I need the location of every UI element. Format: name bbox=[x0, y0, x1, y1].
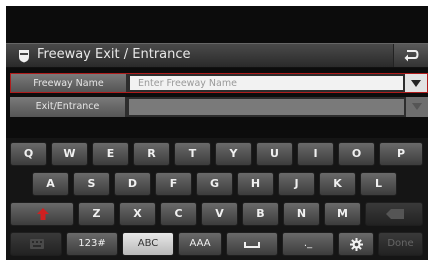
key-y[interactable]: Y bbox=[215, 142, 252, 166]
freeway-name-input[interactable]: Enter Freeway Name bbox=[130, 76, 403, 90]
title-bar: Freeway Exit / Entrance bbox=[6, 43, 428, 68]
key-q[interactable]: Q bbox=[10, 142, 47, 166]
caps-mode-key[interactable]: AAA bbox=[178, 232, 222, 256]
freeway-name-dropdown-button[interactable] bbox=[405, 74, 427, 92]
key-k[interactable]: K bbox=[319, 172, 356, 196]
key-l[interactable]: L bbox=[360, 172, 397, 196]
key-z[interactable]: Z bbox=[78, 202, 115, 226]
freeway-name-row: Freeway Name Enter Freeway Name bbox=[10, 73, 428, 93]
backspace-key[interactable] bbox=[365, 202, 423, 226]
settings-key[interactable] bbox=[338, 232, 374, 256]
key-b[interactable]: B bbox=[242, 202, 279, 226]
back-button[interactable] bbox=[393, 44, 428, 67]
dropdown-arrow-icon bbox=[411, 80, 421, 87]
page-title: Freeway Exit / Entrance bbox=[37, 47, 191, 62]
exit-entrance-input[interactable] bbox=[129, 99, 404, 115]
exit-entrance-label: Exit/Entrance bbox=[10, 97, 125, 117]
done-button[interactable]: Done bbox=[378, 232, 423, 256]
key-c[interactable]: C bbox=[160, 202, 197, 226]
abc-mode-key[interactable]: ABC bbox=[122, 232, 174, 256]
key-v[interactable]: V bbox=[201, 202, 238, 226]
key-d[interactable]: D bbox=[114, 172, 151, 196]
key-w[interactable]: W bbox=[51, 142, 88, 166]
key-e[interactable]: E bbox=[92, 142, 129, 166]
shield-icon bbox=[17, 48, 31, 63]
numbers-mode-key[interactable]: 123# bbox=[66, 232, 118, 256]
key-r[interactable]: R bbox=[133, 142, 170, 166]
key-p[interactable]: P bbox=[379, 142, 423, 166]
key-x[interactable]: X bbox=[119, 202, 156, 226]
symbols-key[interactable]: ._ bbox=[282, 232, 334, 256]
key-j[interactable]: J bbox=[278, 172, 315, 196]
return-arrow-icon bbox=[404, 50, 419, 62]
backspace-icon bbox=[386, 209, 404, 219]
key-u[interactable]: U bbox=[256, 142, 293, 166]
keyboard-icon bbox=[30, 239, 44, 249]
keyboard-toggle-key[interactable] bbox=[10, 232, 62, 256]
key-f[interactable]: F bbox=[155, 172, 192, 196]
key-n[interactable]: N bbox=[283, 202, 320, 226]
key-o[interactable]: O bbox=[338, 142, 375, 166]
exit-entrance-dropdown-button[interactable] bbox=[406, 97, 428, 117]
key-t[interactable]: T bbox=[174, 142, 211, 166]
exit-entrance-row: Exit/Entrance bbox=[10, 97, 428, 117]
shift-key[interactable] bbox=[10, 202, 74, 226]
key-a[interactable]: A bbox=[32, 172, 69, 196]
key-h[interactable]: H bbox=[237, 172, 274, 196]
gear-icon bbox=[350, 238, 363, 251]
key-s[interactable]: S bbox=[73, 172, 110, 196]
dropdown-arrow-icon bbox=[412, 103, 422, 110]
keyboard: Q W E R T Y U I O P A S D F G H J K L Z … bbox=[6, 138, 428, 260]
key-i[interactable]: I bbox=[297, 142, 334, 166]
space-key[interactable] bbox=[226, 232, 278, 256]
key-m[interactable]: M bbox=[324, 202, 361, 226]
freeway-name-label: Freeway Name bbox=[11, 74, 126, 92]
shift-arrow-icon bbox=[37, 208, 49, 220]
key-g[interactable]: G bbox=[196, 172, 233, 196]
space-bar-icon bbox=[244, 242, 260, 248]
screen: Freeway Exit / Entrance Freeway Name Ent… bbox=[6, 6, 428, 260]
